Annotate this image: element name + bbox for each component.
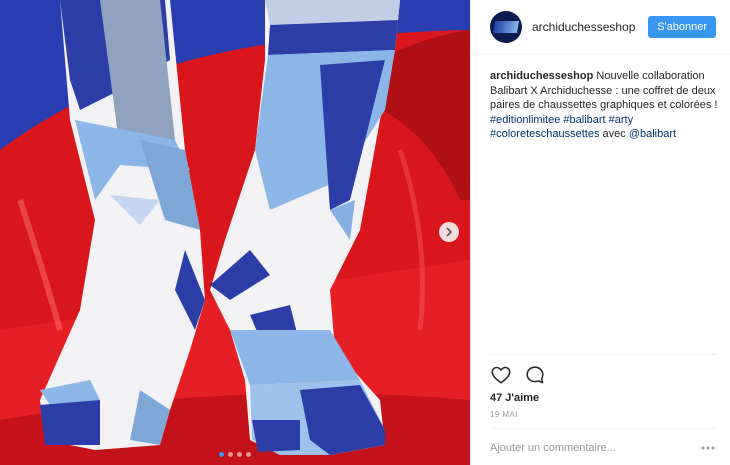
comment-divider bbox=[490, 428, 716, 429]
avatar-image bbox=[492, 21, 520, 33]
hashtag-link[interactable]: #coloreteschaussettes bbox=[490, 128, 599, 140]
chevron-right-icon bbox=[446, 227, 452, 237]
post-header: archiduchesseshop S'abonner bbox=[471, 0, 730, 55]
post-side-panel: archiduchesseshop S'abonner archiduchess… bbox=[470, 0, 730, 465]
carousel-dot bbox=[237, 452, 242, 457]
post-caption: archiduchesseshop Nouvelle collaboration… bbox=[490, 69, 720, 142]
carousel-dot bbox=[228, 452, 233, 457]
socks-photo bbox=[0, 0, 470, 465]
more-options-button[interactable] bbox=[700, 440, 716, 456]
actions-divider bbox=[490, 354, 716, 355]
comment-bar bbox=[490, 436, 716, 460]
avatar[interactable] bbox=[490, 11, 522, 43]
post-media bbox=[0, 0, 470, 465]
carousel-dot bbox=[219, 452, 224, 457]
hashtag-link[interactable]: #editionlimitee bbox=[490, 114, 560, 126]
post-actions bbox=[490, 364, 546, 386]
caption-username[interactable]: archiduchesseshop bbox=[490, 70, 593, 82]
comment-input[interactable] bbox=[490, 442, 700, 454]
hashtag-link[interactable]: #balibart bbox=[563, 114, 605, 126]
likes-count[interactable]: 47 J'aime bbox=[490, 392, 539, 404]
post-date: 19 MAI bbox=[490, 410, 518, 419]
carousel-indicator bbox=[0, 452, 470, 457]
instagram-post: archiduchesseshop S'abonner archiduchess… bbox=[0, 0, 730, 465]
caption-with-text: avec bbox=[602, 128, 626, 140]
username-link[interactable]: archiduchesseshop bbox=[532, 20, 635, 34]
more-options-icon bbox=[701, 446, 715, 450]
mention-link[interactable]: @balibart bbox=[629, 128, 676, 140]
heart-icon[interactable] bbox=[490, 364, 512, 386]
hashtag-link[interactable]: #arty bbox=[609, 114, 633, 126]
follow-button[interactable]: S'abonner bbox=[648, 16, 716, 38]
comment-bubble-icon[interactable] bbox=[524, 364, 546, 386]
carousel-next-button[interactable] bbox=[439, 222, 459, 242]
carousel-dot bbox=[246, 452, 251, 457]
